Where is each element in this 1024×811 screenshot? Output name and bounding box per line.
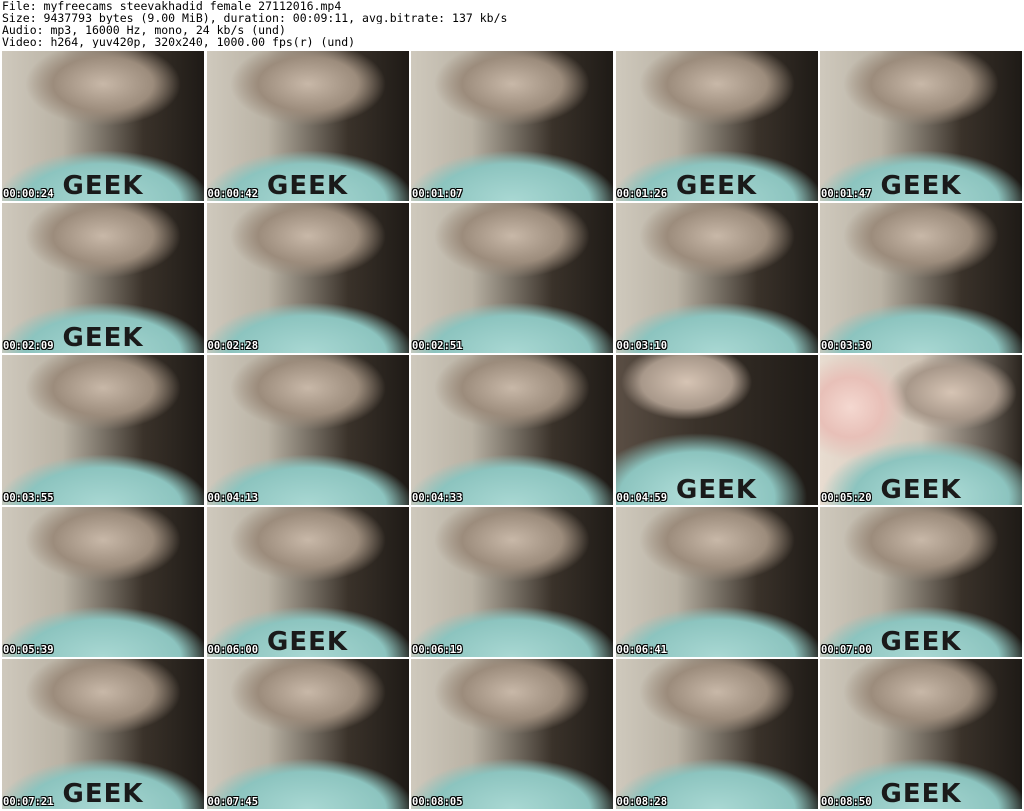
shirt-text: GEEK	[266, 171, 349, 201]
video-frame-thumbnail[interactable]: GEEK 00:02:09	[2, 203, 204, 353]
video-frame-thumbnail[interactable]: 00:04:33	[411, 355, 613, 505]
shirt-text: GEEK	[880, 627, 962, 657]
file-name-line: File: myfreecams_steevakhadid_female_271…	[2, 0, 342, 12]
shirt-text: GEEK	[266, 627, 349, 657]
shirt-text: GEEK	[62, 171, 144, 201]
video-frame-thumbnail[interactable]: 00:01:07	[411, 51, 613, 201]
video-frame-thumbnail[interactable]: 00:06:41	[615, 507, 818, 657]
frame-timestamp: 00:07:45	[207, 796, 259, 808]
frame-timestamp: 00:00:42	[207, 188, 259, 200]
video-frame-thumbnail[interactable]: 00:05:39	[2, 507, 204, 657]
audio-info-line: Audio: mp3, 16000 Hz, mono, 24 kb/s (und…	[2, 24, 286, 36]
video-frame-thumbnail[interactable]: 00:07:45	[206, 659, 409, 809]
frame-timestamp: 00:08:28	[616, 796, 668, 808]
frame-timestamp: 00:02:51	[412, 340, 463, 352]
video-frame-thumbnail[interactable]: 00:08:28	[615, 659, 818, 809]
frame-timestamp: 00:04:33	[412, 492, 463, 504]
video-frame-thumbnail[interactable]: GEEK 00:01:47	[820, 51, 1022, 201]
shirt-text: GEEK	[880, 171, 962, 201]
video-frame-thumbnail[interactable]: GEEK 00:06:00	[206, 507, 409, 657]
file-size-line: Size: 9437793 bytes (9.00 MiB), duration…	[2, 12, 508, 24]
video-frame-thumbnail[interactable]: GEEK 00:01:26	[615, 51, 818, 201]
frame-timestamp: 00:01:26	[616, 188, 668, 200]
shirt-text: GEEK	[880, 779, 962, 809]
video-frame-thumbnail[interactable]: GEEK 00:07:00	[820, 507, 1022, 657]
video-frame-thumbnail[interactable]: GEEK 00:07:21	[2, 659, 204, 809]
shirt-text: GEEK	[62, 779, 144, 809]
file-info-header: File: myfreecams_steevakhadid_female_271…	[2, 0, 1022, 50]
shirt-text: GEEK	[675, 475, 758, 505]
frame-timestamp: 00:03:10	[616, 340, 668, 352]
thumbnail-grid: GEEK 00:00:24 GEEK 00:00:42 00:01:07 GEEK 00:0…	[2, 51, 1022, 811]
video-frame-thumbnail[interactable]: 00:06:19	[411, 507, 613, 657]
frame-timestamp: 00:06:19	[412, 644, 463, 656]
frame-timestamp: 00:01:47	[821, 188, 872, 200]
frame-timestamp: 00:00:24	[3, 188, 54, 200]
frame-timestamp: 00:07:21	[3, 796, 54, 808]
frame-timestamp: 00:03:30	[821, 340, 872, 352]
video-frame-thumbnail[interactable]: 00:08:05	[411, 659, 613, 809]
frame-timestamp: 00:05:20	[821, 492, 872, 504]
frame-timestamp: 00:06:00	[207, 644, 259, 656]
frame-timestamp: 00:07:00	[821, 644, 872, 656]
shirt-text: GEEK	[62, 323, 144, 353]
frame-timestamp: 00:01:07	[412, 188, 463, 200]
video-frame-thumbnail[interactable]: GEEK 00:08:50	[820, 659, 1022, 809]
shirt-text: GEEK	[880, 475, 962, 505]
frame-timestamp: 00:06:41	[616, 644, 668, 656]
video-frame-thumbnail[interactable]: 00:03:10	[615, 203, 818, 353]
frame-timestamp: 00:08:05	[412, 796, 463, 808]
video-frame-thumbnail[interactable]: GEEK 00:00:24	[2, 51, 204, 201]
video-frame-thumbnail[interactable]: GEEK 00:05:20	[820, 355, 1022, 505]
frame-timestamp: 00:04:59	[616, 492, 668, 504]
frame-timestamp: 00:04:13	[207, 492, 259, 504]
frame-timestamp: 00:08:50	[821, 796, 872, 808]
video-frame-thumbnail[interactable]: 00:02:28	[206, 203, 409, 353]
frame-timestamp: 00:02:09	[3, 340, 54, 352]
video-frame-thumbnail[interactable]: GEEK 00:04:59	[615, 355, 818, 505]
frame-timestamp: 00:05:39	[3, 644, 54, 656]
video-info-line: Video: h264, yuv420p, 320x240, 1000.00 f…	[2, 36, 356, 48]
video-frame-thumbnail[interactable]: 00:03:55	[2, 355, 204, 505]
video-frame-thumbnail[interactable]: 00:03:30	[820, 203, 1022, 353]
video-frame-thumbnail[interactable]: 00:04:13	[206, 355, 409, 505]
video-frame-thumbnail[interactable]: GEEK 00:00:42	[206, 51, 409, 201]
frame-timestamp: 00:02:28	[207, 340, 259, 352]
video-frame-thumbnail[interactable]: 00:02:51	[411, 203, 613, 353]
shirt-text: GEEK	[675, 171, 758, 201]
frame-timestamp: 00:03:55	[3, 492, 54, 504]
